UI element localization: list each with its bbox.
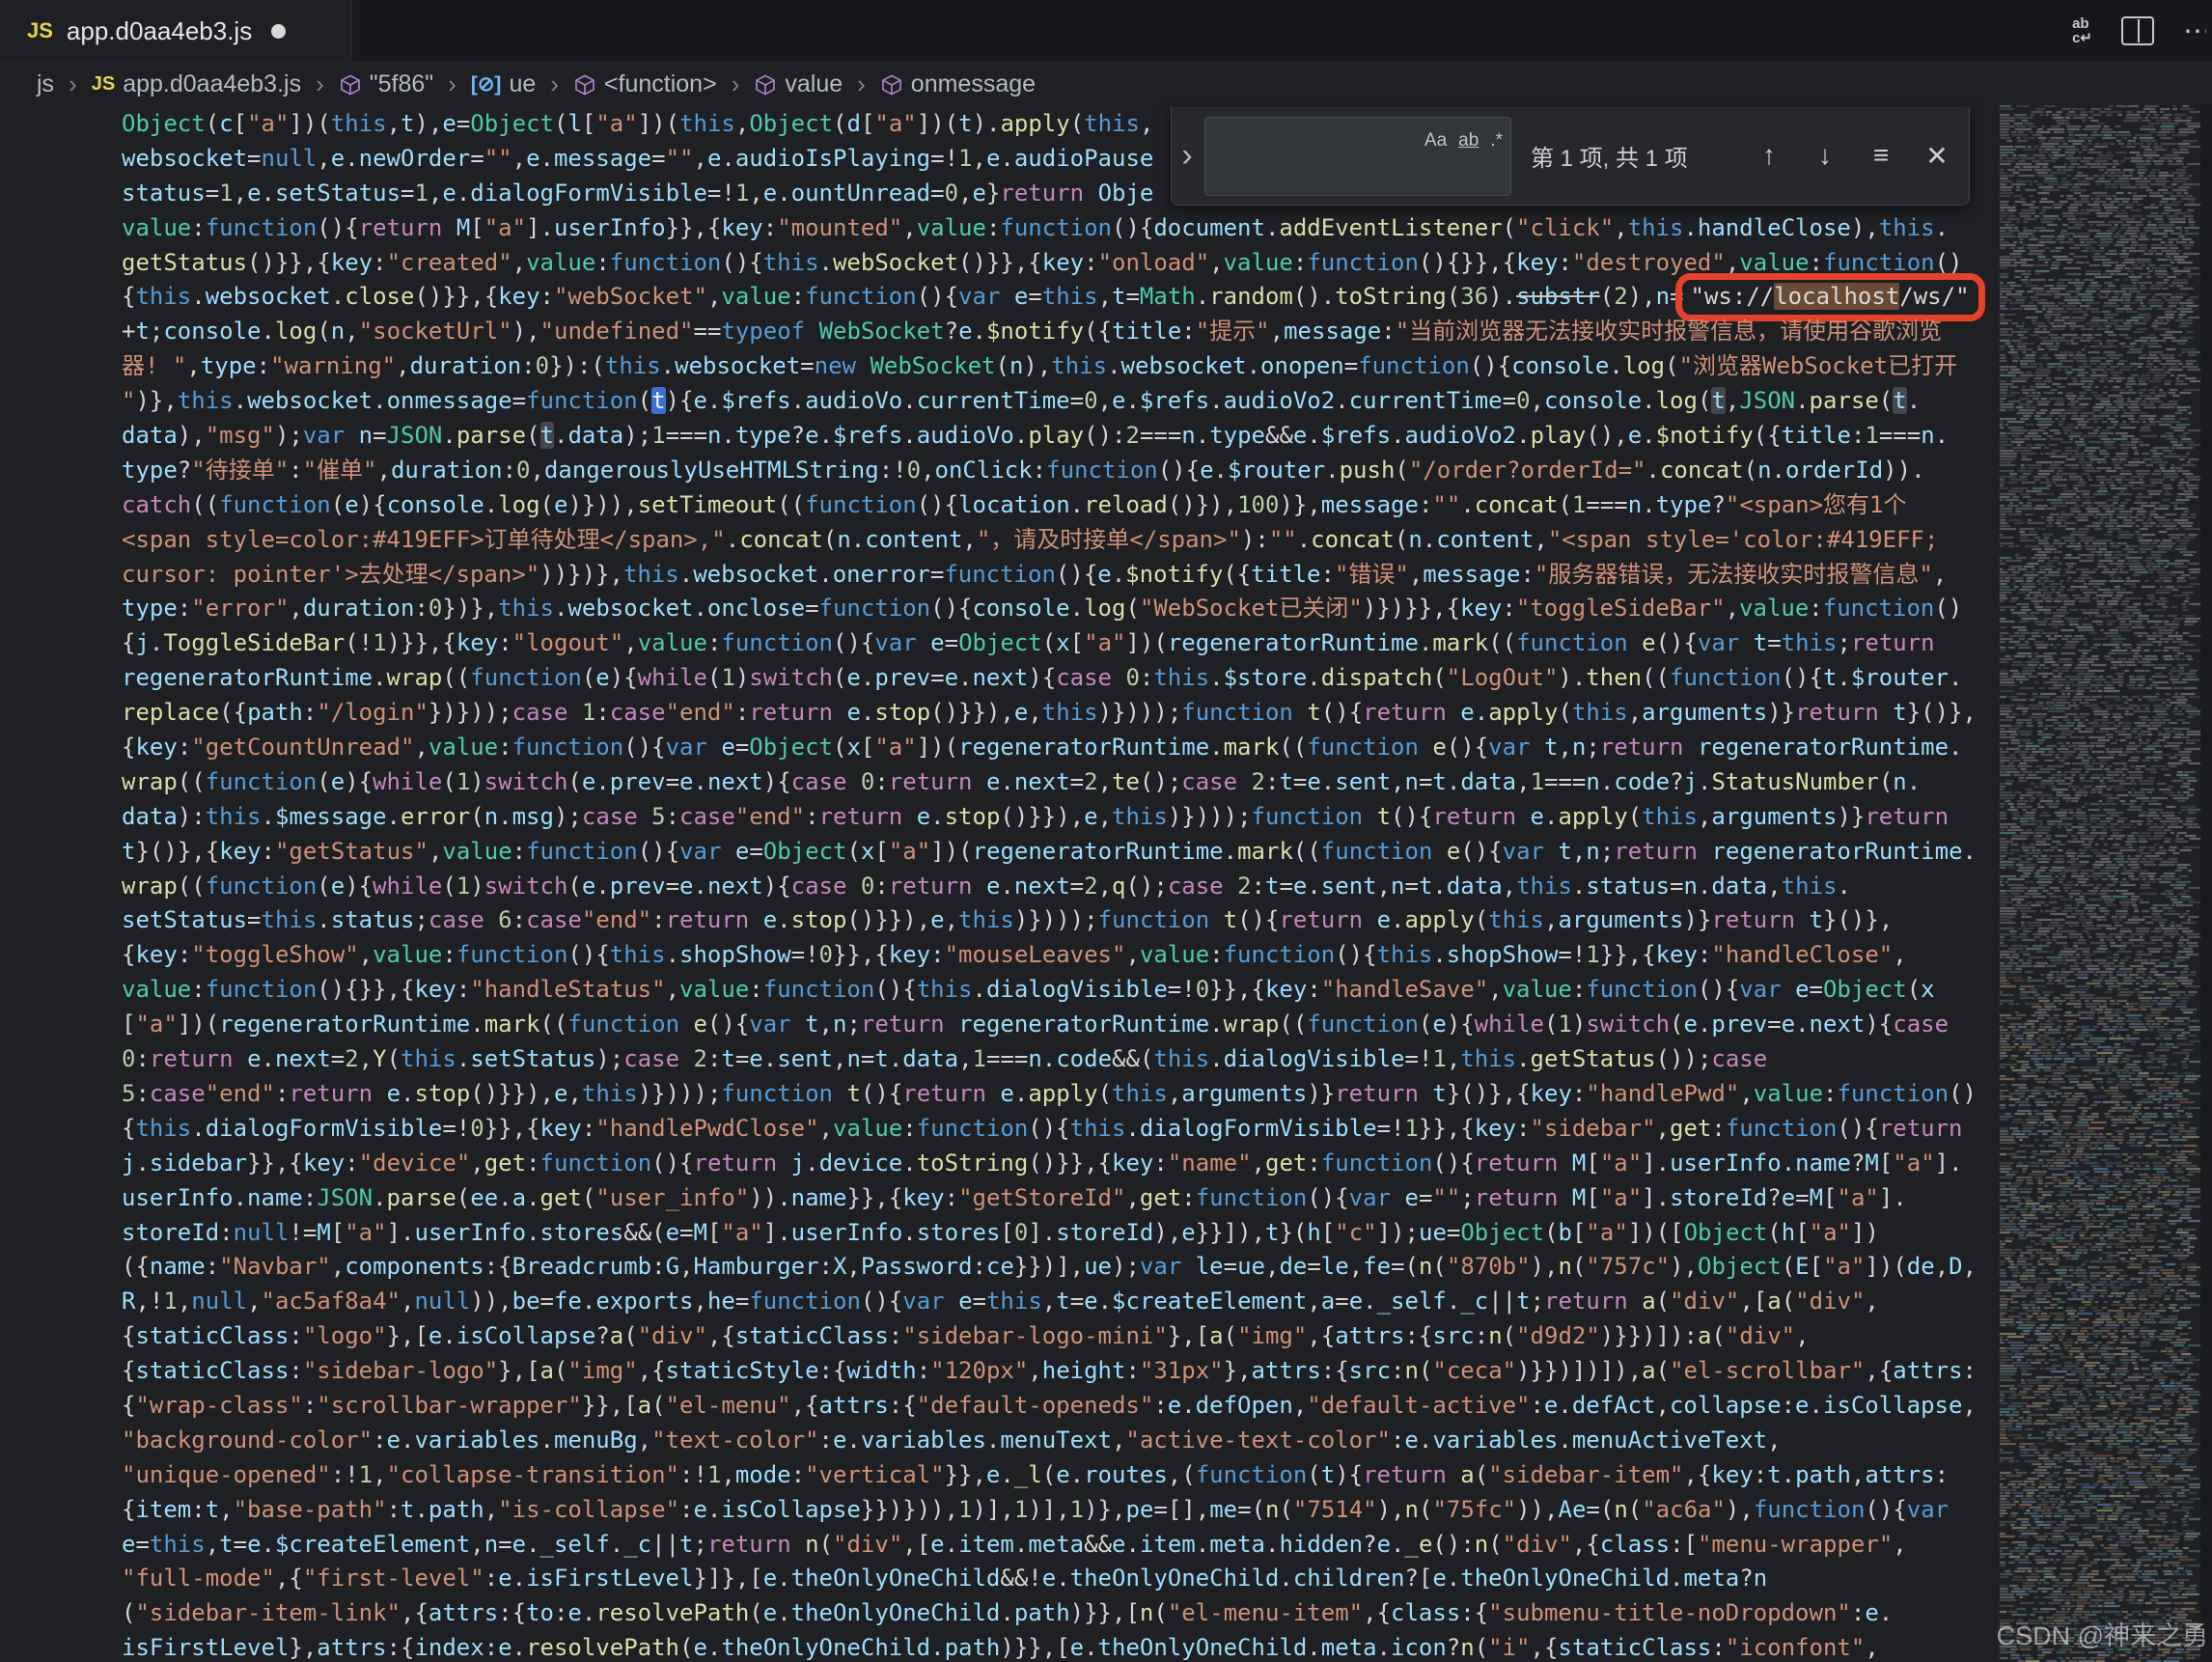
code-line[interactable]: cursor: pointer'>去处理</span>"))})},this.w… <box>122 558 1990 593</box>
breadcrumb-separator-icon: › <box>69 69 77 99</box>
breadcrumb-item[interactable]: <function> <box>573 70 717 98</box>
breadcrumb-separator-icon: › <box>316 69 324 99</box>
breadcrumb-separator-icon: › <box>857 69 866 99</box>
code-line[interactable]: "unique-opened":!1,"collapse-transition"… <box>122 1458 1990 1493</box>
code-line[interactable]: {this.websocket.close()}},{key:"webSocke… <box>122 280 1990 315</box>
scrollbar-track[interactable] <box>2200 104 2212 1662</box>
code-line[interactable]: {staticClass:"sidebar-logo"},[a("img",{s… <box>122 1354 1990 1389</box>
symbol-object-icon <box>339 73 362 97</box>
code-line[interactable]: {item:t,"base-path":t.path,"is-collapse"… <box>122 1493 1990 1528</box>
code-line[interactable]: +t;console.log(n,"socketUrl"),"undefined… <box>122 315 1990 349</box>
find-query-line-1: (function(e){fu <box>1215 188 1414 196</box>
code-line[interactable]: <span style=color:#419EFF>订单待处理</span>,"… <box>122 523 1990 558</box>
minimap-canvas <box>1999 104 2201 1662</box>
breadcrumb-separator-icon: › <box>448 69 456 99</box>
code-line[interactable]: e=this,t=e.$createElement,n=e._self._c||… <box>122 1528 1990 1563</box>
code-line[interactable]: data):this.$message.error(n.msg);case 5:… <box>122 800 1990 835</box>
code-line[interactable]: 5:case"end":return e.stop()}}),e,this)})… <box>122 1077 1990 1112</box>
breadcrumb-item[interactable]: JS app.d0aa4eb3.js <box>92 70 301 98</box>
js-file-icon: JS <box>27 18 53 43</box>
breadcrumb-separator-icon: › <box>550 69 559 99</box>
breadcrumb-item[interactable]: "5f86" <box>339 70 433 98</box>
code-line[interactable]: userInfo.name:JSON.parse(ee.a.get("user_… <box>122 1181 1990 1216</box>
word-wrap-icon-bottom: c↵ <box>2072 31 2092 45</box>
code-line[interactable]: replace({path:"/login"})}));case 1:case"… <box>122 696 1990 731</box>
regex-icon[interactable]: .* <box>1490 125 1503 157</box>
tab-bar: JS app.d0aa4eb3.js ab c↵ ⋯ <box>0 0 2212 63</box>
toggle-replace-chevron-icon[interactable]: › <box>1172 107 1203 205</box>
breadcrumb-label: app.d0aa4eb3.js <box>123 70 301 98</box>
code-line[interactable]: 器! ",type:"warning",duration:0}):(this.w… <box>122 349 1990 384</box>
breadcrumb-item[interactable]: onmessage <box>880 70 1036 98</box>
whole-word-icon[interactable]: ab <box>1458 125 1479 157</box>
match-count: 第 1 项, 共 1 项 <box>1531 139 1688 173</box>
more-actions-icon[interactable]: ⋯ <box>2183 14 2206 48</box>
breadcrumb-item[interactable]: [⊘] ue <box>471 70 536 98</box>
code-line[interactable]: isFirstLevel},attrs:{index:e.resolvePath… <box>122 1631 1990 1662</box>
code-line[interactable]: R,!1,null,"ac5af8a4",null)),be=fe.export… <box>122 1285 1990 1319</box>
code-line[interactable]: "background-color":e.variables.menuBg,"t… <box>122 1424 1990 1458</box>
vscode-window: JS app.d0aa4eb3.js ab c↵ ⋯ js › JS app.d0aa… <box>0 0 2212 1662</box>
code-line[interactable]: {this.dialogFormVisible=!0}},{key:"handl… <box>122 1112 1990 1147</box>
split-editor-icon[interactable] <box>2121 16 2154 45</box>
symbol-object-icon <box>754 73 777 97</box>
code-line[interactable]: 0:return e.next=2,Y(this.setStatus);case… <box>122 1042 1990 1077</box>
code-line[interactable]: wrap((function(e){while(1)switch(e.prev=… <box>122 765 1990 800</box>
code-line[interactable]: {"wrap-class":"scrollbar-wrapper"}},[a("… <box>122 1389 1990 1424</box>
code-line[interactable]: j.sidebar}},{key:"device",get:function()… <box>122 1147 1990 1181</box>
breadcrumb-item[interactable]: value <box>754 70 843 98</box>
find-widget: › (function(e){fu //# sourceMapp Aa ab .… <box>1171 107 1970 206</box>
code-line[interactable]: ")},this.websocket.onmessage=function(t)… <box>122 384 1990 419</box>
breadcrumb-separator-icon: › <box>732 69 740 99</box>
js-file-icon: JS <box>92 73 115 96</box>
code-line[interactable]: {key:"toggleShow",value:function(){this.… <box>122 938 1990 973</box>
code-line[interactable]: regeneratorRuntime.wrap((function(e){whi… <box>122 661 1990 696</box>
match-case-icon[interactable]: Aa <box>1424 125 1447 157</box>
find-input[interactable]: (function(e){fu //# sourceMapp Aa ab .* <box>1204 117 1511 196</box>
editor-actions: ab c↵ ⋯ <box>2072 0 2212 62</box>
code-line[interactable]: data),"msg");var n=JSON.parse(t.data);1=… <box>122 419 1990 454</box>
code-line[interactable]: catch((function(e){console.log(e)})),set… <box>122 488 1990 523</box>
minimap[interactable] <box>1994 104 2212 1662</box>
editor-code-area[interactable]: Object(c["a"])(this,t),e=Object(l["a"])(… <box>122 107 1990 1662</box>
code-line[interactable]: wrap((function(e){while(1)switch(e.prev=… <box>122 870 1990 904</box>
code-line[interactable]: ("sidebar-item-link",{attrs:{to:e.resolv… <box>122 1596 1990 1631</box>
close-icon[interactable]: ✕ <box>1921 140 1953 172</box>
code-line[interactable]: type?"待接单":"催单",duration:0,dangerouslyUs… <box>122 454 1990 488</box>
word-wrap-icon-top: ab <box>2072 16 2089 31</box>
find-buttons: ↑ ↓ ≡ ✕ <box>1753 140 1953 172</box>
code-line[interactable]: {j.ToggleSideBar(!1)}},{key:"logout",val… <box>122 626 1990 661</box>
code-line[interactable]: {staticClass:"logo"},[e.isCollapse?a("di… <box>122 1319 1990 1354</box>
breadcrumb-label: value <box>785 70 843 98</box>
breadcrumb: js › JS app.d0aa4eb3.js › "5f86" › [⊘] ue › <funct… <box>0 63 2212 106</box>
code-line[interactable]: setStatus=this.status;case 6:case"end":r… <box>122 903 1990 938</box>
find-options: Aa ab .* <box>1424 125 1503 157</box>
symbol-object-icon <box>573 73 596 97</box>
previous-match-icon[interactable]: ↑ <box>1753 140 1785 172</box>
word-wrap-icon[interactable]: ab c↵ <box>2072 16 2092 45</box>
code-line[interactable]: ["a"])(regeneratorRuntime.mark((function… <box>122 1008 1990 1042</box>
editor-tab[interactable]: JS app.d0aa4eb3.js <box>0 0 352 62</box>
symbol-object-icon <box>880 73 903 97</box>
code-line[interactable]: ({name:"Navbar",components:{Breadcrumb:G… <box>122 1250 1990 1285</box>
find-in-selection-icon[interactable]: ≡ <box>1865 140 1897 172</box>
code-line[interactable]: type:"error",duration:0})},this.websocke… <box>122 592 1990 626</box>
tab-title: app.d0aa4eb3.js <box>67 16 252 46</box>
code-line[interactable]: t}()},{key:"getStatus",value:function(){… <box>122 835 1990 870</box>
code-line[interactable]: "full-mode",{"first-level":e.isFirstLeve… <box>122 1562 1990 1596</box>
code-line[interactable]: value:function(){}},{key:"handleStatus",… <box>122 973 1990 1008</box>
breadcrumb-label: js <box>37 70 54 98</box>
breadcrumb-label: "5f86" <box>370 70 433 98</box>
symbol-array-icon: [⊘] <box>471 72 502 97</box>
code-line[interactable]: storeId:null!=M["a"].userInfo.stores&&(e… <box>122 1216 1990 1251</box>
modified-indicator-icon[interactable] <box>271 24 286 39</box>
breadcrumb-label: ue <box>509 70 536 98</box>
breadcrumb-label: <function> <box>604 70 717 98</box>
next-match-icon[interactable]: ↓ <box>1809 140 1841 172</box>
breadcrumb-item[interactable]: js <box>37 70 54 98</box>
code-line[interactable]: value:function(){return M["a"].userInfo}… <box>122 211 1990 246</box>
breadcrumb-label: onmessage <box>911 70 1036 98</box>
code-line[interactable]: {key:"getCountUnread",value:function(){v… <box>122 731 1990 765</box>
watermark: CSDN @神来之勇 <box>1997 1615 2208 1652</box>
